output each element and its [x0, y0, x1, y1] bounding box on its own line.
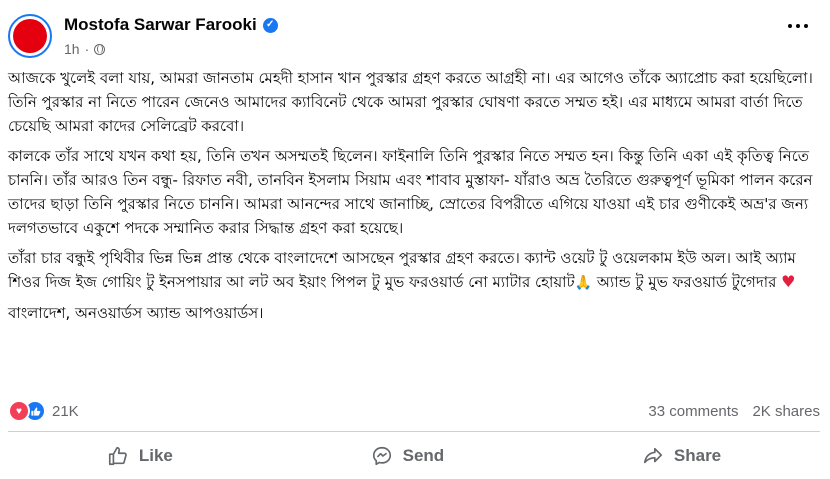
like-button[interactable]: Like — [87, 441, 193, 471]
love-reaction-icon: ♥ — [8, 400, 30, 422]
post-body: আজকে খুলেই বলা যায়, আমরা জানতাম মেহদী হ… — [8, 66, 820, 335]
post-paragraph-3: তাঁরা চার বন্ধুই পৃথিবীর ভিন্ন ভিন্ন প্র… — [8, 246, 820, 295]
send-button[interactable]: Send — [351, 441, 465, 471]
heart-emoji: ♥ — [781, 272, 796, 291]
engagement-stats: 33 comments 2K shares — [648, 403, 820, 420]
share-icon — [643, 447, 662, 464]
share-label: Share — [673, 446, 722, 465]
post-time[interactable]: 1h — [64, 41, 80, 57]
verified-badge-icon: ✓ — [262, 17, 278, 33]
more-options-icon[interactable] — [788, 24, 808, 28]
facebook-post: Mostofa Sarwar Farooki ✓ 1h · আজকে খুলেই… — [0, 0, 830, 479]
post-paragraph-1: আজকে খুলেই বলা যায়, আমরা জানতাম মেহদী হ… — [8, 69, 813, 135]
reaction-summary[interactable]: ♥ 21K — [8, 400, 79, 422]
post-paragraph-3-text-b: অ্যান্ড টু মুভ ফরওয়ার্ড টুগেদার — [592, 273, 782, 291]
reaction-count: 21K — [52, 402, 79, 420]
meta-separator: · — [84, 41, 90, 57]
post-paragraph-4: বাংলাদেশ, অনওয়ার্ডস অ্যান্ড আপওয়ার্ডস। — [8, 304, 264, 322]
actions-divider — [8, 431, 820, 432]
globe-icon — [94, 43, 106, 55]
send-label: Send — [402, 446, 445, 465]
send-icon — [372, 446, 391, 466]
shares-count[interactable]: 2K shares — [752, 403, 820, 420]
post-paragraph-2: কালকে তাঁর সাথে যখন কথা হয়, তিনি তখন অস… — [8, 147, 813, 237]
reactions-row: ♥ 21K 33 comments 2K shares — [8, 398, 820, 424]
post-meta: 1h · — [64, 41, 106, 57]
author-name-row: Mostofa Sarwar Farooki ✓ — [64, 15, 278, 35]
pray-emoji: 🙏 — [574, 275, 593, 291]
author-name[interactable]: Mostofa Sarwar Farooki — [64, 15, 257, 35]
comments-count[interactable]: 33 comments — [648, 403, 738, 420]
like-icon — [108, 446, 127, 466]
action-bar: Like Send Share — [8, 438, 820, 474]
avatar-image — [13, 19, 47, 53]
share-button[interactable]: Share — [622, 441, 741, 471]
avatar[interactable] — [8, 14, 52, 58]
like-label: Like — [138, 446, 173, 465]
